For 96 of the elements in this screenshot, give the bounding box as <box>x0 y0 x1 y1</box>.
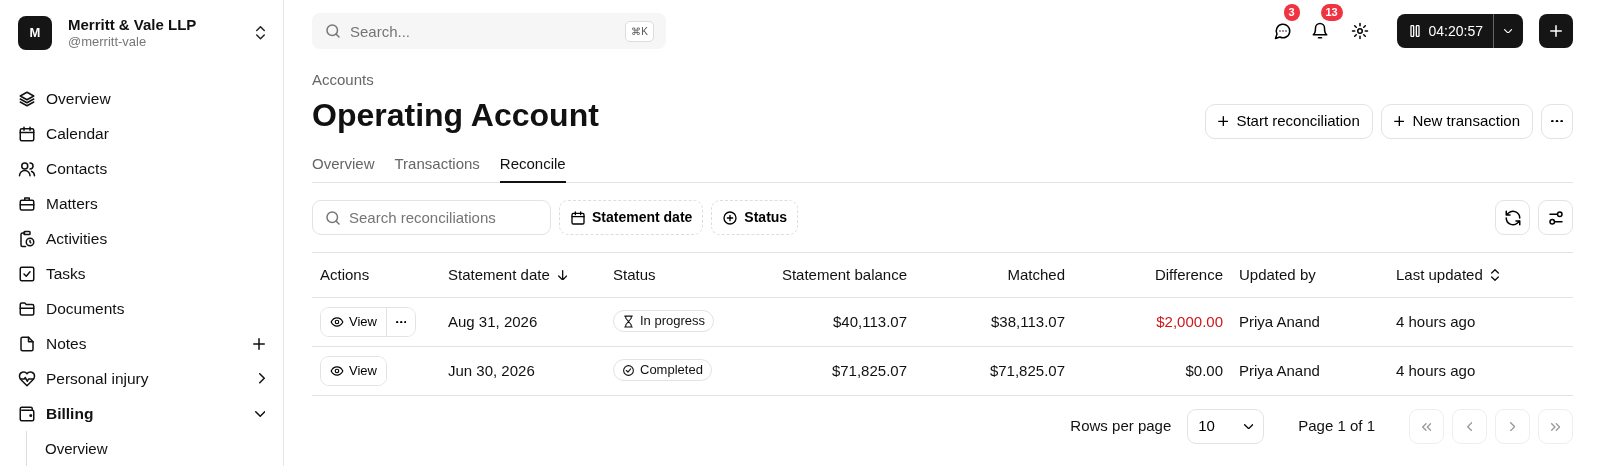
plus-icon <box>253 337 265 350</box>
tab[interactable]: Reconcile <box>499 148 566 183</box>
workspace-name: Merritt & Vale LLP <box>68 16 198 34</box>
view-settings-button[interactable] <box>1538 200 1573 235</box>
count-badge: 13 <box>1320 4 1343 21</box>
more-icon <box>395 320 407 324</box>
table-cell: 4 hours ago <box>1396 361 1476 379</box>
page-indicator: Page 1 of 1 <box>1298 416 1375 437</box>
table-cell: $2,000.00 <box>1156 312 1223 330</box>
table-cell: Priya Anand <box>1239 312 1320 330</box>
rows-per-page-select[interactable]: 10 <box>1187 409 1265 444</box>
table-cell: Jun 30, 2026 <box>448 361 535 379</box>
sidebar-subitem[interactable]: Overview <box>45 437 108 461</box>
shortcut-hint: ⌘K <box>625 21 654 42</box>
eye-icon <box>330 315 344 329</box>
sidebar-item[interactable]: Notes <box>46 331 243 356</box>
more-icon <box>1551 119 1563 123</box>
chevron-down-icon <box>254 410 265 417</box>
chevron-down-icon <box>1504 28 1513 34</box>
column-header: Statement balance <box>781 264 907 285</box>
filter-button[interactable]: Status <box>711 200 799 235</box>
table-cell: $40,113.07 <box>833 312 907 330</box>
plus-icon <box>1550 25 1562 37</box>
layers-icon <box>18 89 36 108</box>
column-header: Actions <box>320 264 370 285</box>
bell-icon <box>1310 22 1329 40</box>
calendar-icon <box>18 124 36 143</box>
wallet-icon <box>18 404 36 423</box>
plus-icon <box>1393 115 1405 127</box>
sidebar-item[interactable]: Tasks <box>46 261 265 286</box>
people-icon <box>18 159 36 178</box>
tab[interactable]: Overview <box>312 148 375 183</box>
check-circle-icon <box>622 363 635 377</box>
table-cell: 4 hours ago <box>1396 312 1476 330</box>
workspace-handle: @merritt-vale <box>68 34 148 50</box>
sort-down-icon <box>557 269 568 281</box>
calendar-icon <box>570 209 586 226</box>
tab[interactable]: Transactions <box>394 148 480 183</box>
count-badge: 3 <box>1283 4 1300 21</box>
rows-per-page-label: Rows per page <box>1070 416 1172 437</box>
plus-icon <box>1217 115 1229 127</box>
folder-icon <box>18 299 36 318</box>
chevron-left-icon <box>1466 421 1473 432</box>
workspace-switcher[interactable] <box>256 26 265 40</box>
chevron-up-down-icon <box>256 26 265 40</box>
chevron-down-icon <box>1243 423 1254 430</box>
table-cell: $71,825.07 <box>989 361 1065 379</box>
chevron-right-icon <box>1509 421 1516 432</box>
filter-button[interactable]: Statement date <box>559 200 704 235</box>
hourglass-icon <box>622 314 635 328</box>
document-icon <box>18 334 36 353</box>
sidebar-item[interactable]: Billing <box>46 401 245 426</box>
view-button[interactable]: View <box>321 357 386 385</box>
page-title: Operating Account <box>312 96 600 135</box>
action-button[interactable]: Start reconciliation <box>1204 103 1373 139</box>
eye-icon <box>330 364 344 378</box>
column-header: Difference <box>1154 264 1223 285</box>
heart-pulse-icon <box>18 369 36 388</box>
table-cell: $71,825.07 <box>831 361 907 379</box>
clipboard-clock-icon <box>18 229 36 248</box>
search-field[interactable]: Search reconciliations <box>312 200 551 235</box>
sidebar-item[interactable]: Calendar <box>46 121 265 146</box>
refresh-button[interactable] <box>1495 200 1530 235</box>
sidebar-item[interactable]: Overview <box>46 86 265 111</box>
refresh-icon <box>1503 208 1522 227</box>
sidebar-item[interactable]: Contacts <box>46 156 265 181</box>
chat-bubble-icon <box>1273 22 1292 40</box>
add-button[interactable] <box>1539 14 1573 48</box>
plus-circle-icon <box>722 209 739 226</box>
settings-icon <box>1350 22 1369 40</box>
timer-menu-button[interactable] <box>1493 14 1523 48</box>
column-header: Matched <box>1007 264 1065 285</box>
sidebar-item[interactable]: Activities <box>46 226 265 251</box>
table-cell: $0.00 <box>1185 361 1223 379</box>
double-chevron-left-icon <box>1421 422 1432 431</box>
action-button[interactable]: New transaction <box>1380 103 1533 139</box>
column-header: Status <box>613 264 656 285</box>
checkbox-icon <box>18 264 36 283</box>
sidebar-item[interactable]: Matters <box>46 191 265 216</box>
sidebar-item[interactable]: Documents <box>46 296 265 321</box>
table-cell: Aug 31, 2026 <box>448 312 538 330</box>
breadcrumb[interactable]: Accounts <box>312 69 1573 92</box>
timer-button[interactable]: 04:20:57 <box>1396 14 1493 48</box>
sort-icon <box>1490 269 1499 281</box>
column-header[interactable]: Statement date <box>448 263 550 287</box>
sliders-icon <box>1546 208 1565 227</box>
sidebar-item[interactable]: Personal injury <box>46 366 249 391</box>
workspace-avatar: M <box>18 16 52 50</box>
chevron-right-icon <box>259 373 265 384</box>
double-chevron-right-icon <box>1550 422 1561 431</box>
column-header[interactable]: Last updated <box>1396 263 1483 287</box>
table-cell: $38,113.07 <box>991 312 1065 330</box>
briefcase-icon <box>18 194 36 213</box>
column-header: Updated by <box>1239 264 1316 285</box>
table-cell: Priya Anand <box>1239 361 1320 379</box>
chat-button[interactable] <box>1272 21 1293 41</box>
